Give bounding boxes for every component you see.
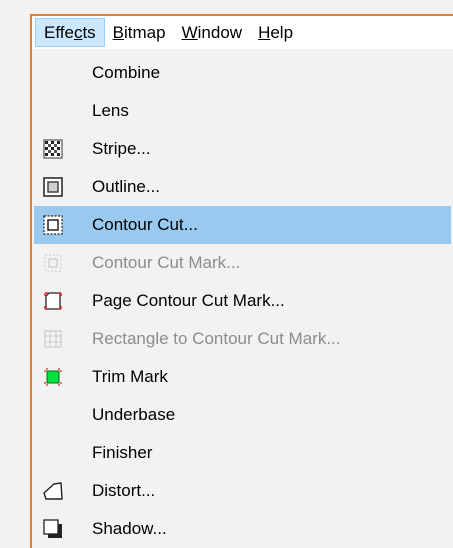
menu-bitmap-mnemonic: B (112, 23, 125, 42)
menu-item-label: Distort... (92, 481, 156, 500)
menu-effects-label-start: Effe (44, 23, 74, 42)
menu-item-outline[interactable]: Outline... (34, 168, 451, 206)
menu-item-label: Shadow... (92, 519, 167, 538)
menu-item-label: Underbase (92, 405, 176, 424)
menu-item-page-contour-cut-mark[interactable]: Page Contour Cut Mark... (34, 282, 451, 320)
menu-item-lens[interactable]: Lens (34, 92, 451, 130)
menu-item-trim-mark[interactable]: Trim Mark (34, 358, 451, 396)
menu-item-label: Contour Cut Mark... (92, 253, 241, 272)
menu-help[interactable]: Help (250, 18, 301, 47)
page-contour-cut-mark-icon (42, 290, 64, 312)
menu-item-label: Trim Mark (92, 367, 168, 386)
menu-item-label: Outline... (92, 177, 161, 196)
contour-cut-mark-icon (42, 252, 64, 274)
contour-cut-icon (42, 214, 64, 236)
menu-item-label: Contour Cut... (92, 215, 198, 234)
menu-effects-label-end: ts (82, 23, 96, 42)
menu-item-rectangle-to-contour-cut-mark[interactable]: Rectangle to Contour Cut Mark... (34, 320, 451, 358)
menu-item-stripe[interactable]: Stripe... (34, 130, 451, 168)
menu-item-contour-cut[interactable]: Contour Cut... (34, 206, 451, 244)
menu-window-label-end: indow (197, 23, 243, 42)
menu-item-contour-cut-mark[interactable]: Contour Cut Mark... (34, 244, 451, 282)
stripe-icon (42, 138, 64, 160)
menu-item-finisher[interactable]: Finisher (34, 434, 451, 472)
menu-bitmap-label-end: itmap (124, 23, 166, 42)
trim-mark-icon (42, 366, 64, 388)
menu-bar: Effects Bitmap Window Help (32, 16, 453, 49)
outline-icon (42, 176, 64, 198)
menu-item-distort[interactable]: Distort... (34, 472, 451, 510)
menu-item-label: Stripe... (92, 139, 151, 158)
menu-item-label: Lens (92, 101, 129, 120)
menu-item-shadow[interactable]: Shadow... (34, 510, 451, 548)
rectangle-contour-cut-mark-icon (42, 328, 64, 350)
menu-item-combine[interactable]: Combine (34, 54, 451, 92)
menu-help-label-end: elp (270, 23, 294, 42)
menu-item-label: Page Contour Cut Mark... (92, 291, 285, 310)
menu-item-label: Rectangle to Contour Cut Mark... (92, 329, 341, 348)
menu-item-label: Finisher (92, 443, 153, 462)
shadow-icon (42, 518, 64, 540)
distort-icon (42, 480, 64, 502)
menu-bitmap[interactable]: Bitmap (105, 18, 174, 47)
effects-dropdown-menu: Combine Lens Stripe... Outline... Contou… (32, 49, 453, 548)
menu-item-label: Combine (92, 63, 161, 82)
menu-help-mnemonic: H (258, 23, 271, 42)
menu-effects[interactable]: Effects (35, 18, 105, 47)
menu-window[interactable]: Window (174, 18, 250, 47)
menu-window-mnemonic: W (181, 23, 198, 42)
menu-item-underbase[interactable]: Underbase (34, 396, 451, 434)
